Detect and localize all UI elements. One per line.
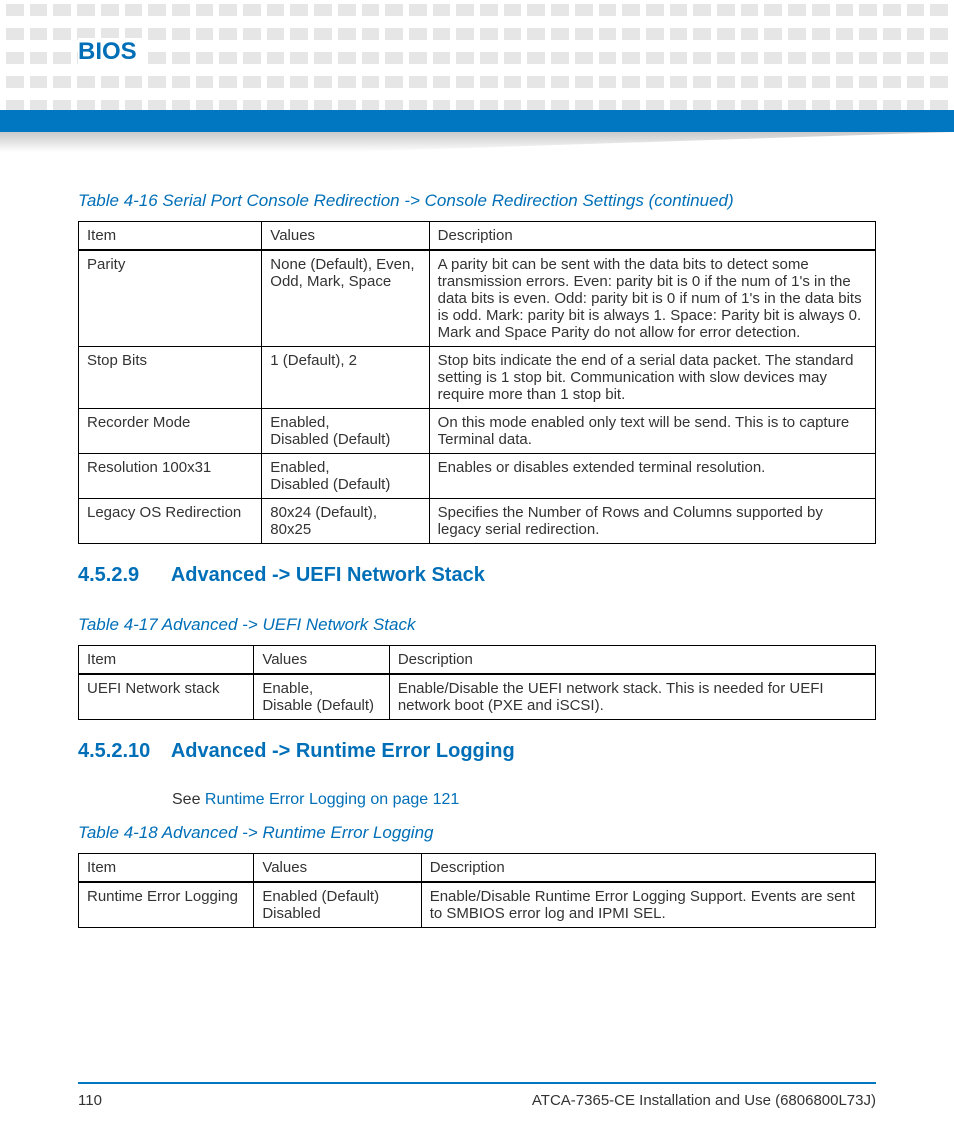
cell-description: Specifies the Number of Rows and Columns…: [429, 499, 875, 544]
cell-values: 1 (Default), 2: [262, 347, 429, 409]
cell-description: Enable/Disable the UEFI network stack. T…: [389, 674, 875, 720]
table-17-caption: Table 4-17 Advanced -> UEFI Network Stac…: [78, 615, 876, 635]
cell-item: Parity: [79, 250, 262, 347]
cell-description: A parity bit can be sent with the data b…: [429, 250, 875, 347]
cell-description: On this mode enabled only text will be s…: [429, 409, 875, 454]
col-header-description: Description: [429, 222, 875, 251]
page-header: BIOS: [0, 0, 954, 160]
table-16: Item Values Description ParityNone (Defa…: [78, 221, 876, 544]
section-number: 4.5.2.9: [78, 564, 166, 587]
col-header-values: Values: [254, 854, 421, 883]
cell-description: Stop bits indicate the end of a serial d…: [429, 347, 875, 409]
cell-item: Resolution 100x31: [79, 454, 262, 499]
header-blue-bar: [0, 110, 954, 132]
cell-item: Legacy OS Redirection: [79, 499, 262, 544]
cell-values: Enabled, Disabled (Default): [262, 454, 429, 499]
cell-item: Recorder Mode: [79, 409, 262, 454]
col-header-item: Item: [79, 854, 254, 883]
cell-values: Enabled, Disabled (Default): [262, 409, 429, 454]
table-row: Item Values Description: [79, 646, 876, 675]
page-content: Table 4-16 Serial Port Console Redirecti…: [0, 160, 954, 928]
section-heading-4-5-2-10: 4.5.2.10 Advanced -> Runtime Error Loggi…: [78, 740, 876, 763]
page-number: 110: [78, 1092, 102, 1109]
table-18-caption: Table 4-18 Advanced -> Runtime Error Log…: [78, 823, 876, 843]
col-header-description: Description: [389, 646, 875, 675]
cell-item: Stop Bits: [79, 347, 262, 409]
see-prefix: See: [172, 791, 205, 808]
cell-values: 80x24 (Default), 80x25: [262, 499, 429, 544]
table-17: Item Values Description UEFI Network sta…: [78, 645, 876, 720]
col-header-description: Description: [421, 854, 875, 883]
col-header-values: Values: [254, 646, 389, 675]
table-row: Legacy OS Redirection80x24 (Default), 80…: [79, 499, 876, 544]
table-row: ParityNone (Default), Even, Odd, Mark, S…: [79, 250, 876, 347]
col-header-values: Values: [262, 222, 429, 251]
section-number: 4.5.2.10: [78, 740, 166, 763]
table-row: Item Values Description: [79, 222, 876, 251]
header-dot-pattern: [0, 0, 954, 110]
table-row: Recorder ModeEnabled, Disabled (Default)…: [79, 409, 876, 454]
section-title: Advanced -> Runtime Error Logging: [171, 740, 515, 762]
page-title: BIOS: [78, 38, 143, 66]
cell-item: Runtime Error Logging: [79, 882, 254, 928]
table-18: Item Values Description Runtime Error Lo…: [78, 853, 876, 928]
col-header-item: Item: [79, 646, 254, 675]
section-title: Advanced -> UEFI Network Stack: [171, 564, 485, 586]
page-footer: 110 ATCA-7365-CE Installation and Use (6…: [78, 1082, 876, 1109]
table-row: Runtime Error LoggingEnabled (Default) D…: [79, 882, 876, 928]
cell-values: None (Default), Even, Odd, Mark, Space: [262, 250, 429, 347]
table-16-caption: Table 4-16 Serial Port Console Redirecti…: [78, 191, 876, 211]
see-link[interactable]: Runtime Error Logging on page 121: [205, 791, 459, 808]
table-row: Stop Bits1 (Default), 2Stop bits indicat…: [79, 347, 876, 409]
document-id: ATCA-7365-CE Installation and Use (68068…: [532, 1092, 876, 1109]
cell-description: Enables or disables extended terminal re…: [429, 454, 875, 499]
cell-values: Enabled (Default) Disabled: [254, 882, 421, 928]
table-row: UEFI Network stackEnable, Disable (Defau…: [79, 674, 876, 720]
cell-values: Enable, Disable (Default): [254, 674, 389, 720]
cell-description: Enable/Disable Runtime Error Logging Sup…: [421, 882, 875, 928]
header-shadow: [0, 132, 954, 152]
cell-item: UEFI Network stack: [79, 674, 254, 720]
see-reference: See Runtime Error Logging on page 121: [172, 791, 876, 809]
section-heading-4-5-2-9: 4.5.2.9 Advanced -> UEFI Network Stack: [78, 564, 876, 587]
col-header-item: Item: [79, 222, 262, 251]
table-row: Item Values Description: [79, 854, 876, 883]
table-row: Resolution 100x31Enabled, Disabled (Defa…: [79, 454, 876, 499]
